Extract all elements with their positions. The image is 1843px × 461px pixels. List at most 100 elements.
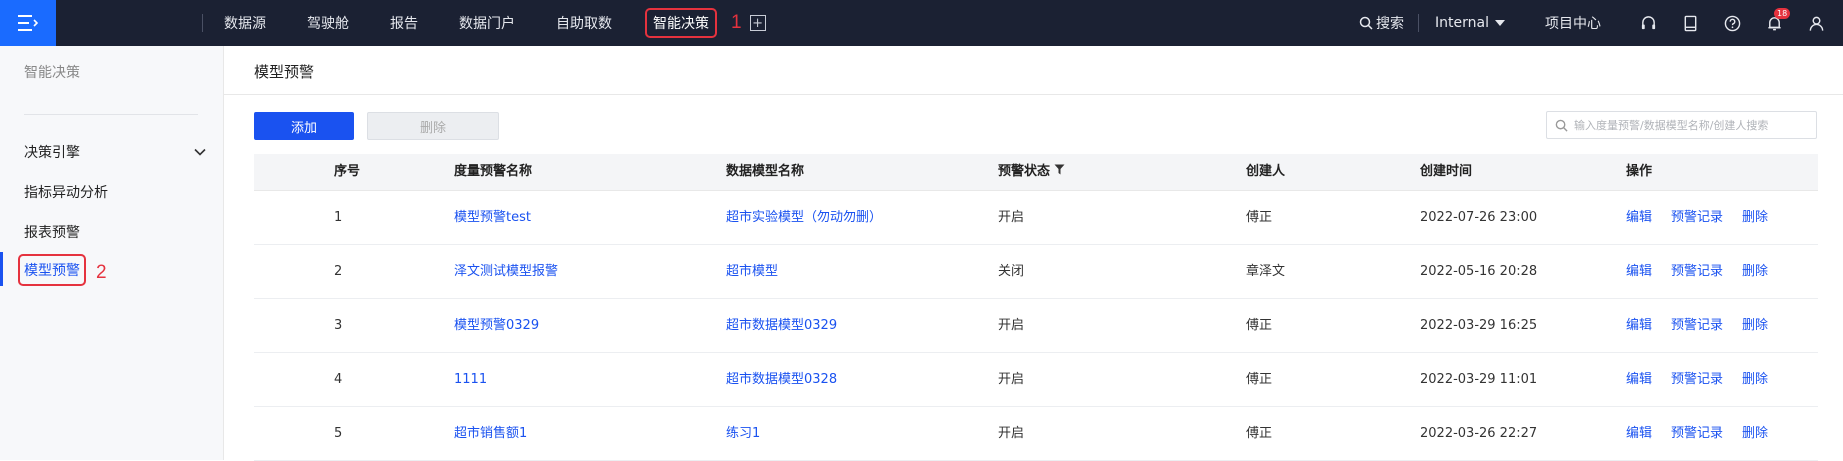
alert-record-link[interactable]: 预警记录 bbox=[1671, 245, 1723, 298]
nav-item-datasource[interactable]: 数据源 bbox=[224, 13, 266, 33]
sidebar-item-model-alert[interactable]: 模型预警 bbox=[18, 254, 86, 286]
sidebar: 智能决策 决策引擎 指标异动分析 报表预警 模型预警 2 bbox=[0, 46, 224, 460]
toolbar-separator bbox=[1418, 14, 1420, 32]
help-icon[interactable] bbox=[1723, 14, 1741, 32]
bell-icon[interactable]: 18 bbox=[1765, 8, 1791, 32]
project-center-link[interactable]: 项目中心 bbox=[1545, 13, 1601, 33]
column-header-creator: 创建人 bbox=[1246, 164, 1286, 179]
edit-link[interactable]: 编辑 bbox=[1626, 407, 1652, 460]
add-tab-icon[interactable]: + bbox=[749, 15, 766, 31]
edit-link[interactable]: 编辑 bbox=[1626, 299, 1652, 352]
delete-link[interactable]: 删除 bbox=[1742, 245, 1768, 298]
filter-icon[interactable] bbox=[1050, 154, 1065, 190]
cell-index: 2 bbox=[334, 264, 343, 279]
global-search-button[interactable]: 搜索 bbox=[1359, 13, 1404, 33]
cell-creator: 傅正 bbox=[1246, 426, 1273, 441]
cell-index: 4 bbox=[334, 372, 343, 387]
cell-alert-name-link[interactable]: 1111 bbox=[454, 353, 487, 406]
edit-link[interactable]: 编辑 bbox=[1626, 245, 1652, 298]
cell-model-name-link[interactable]: 超市数据模型0328 bbox=[726, 353, 837, 406]
nav-separator bbox=[202, 14, 203, 32]
title-divider bbox=[224, 94, 1843, 95]
row-actions: 编辑 预警记录 删除 bbox=[1626, 353, 1787, 406]
delete-link[interactable]: 删除 bbox=[1742, 299, 1768, 352]
nav-item-smart-decision[interactable]: 智能决策 bbox=[645, 8, 717, 38]
alert-record-link[interactable]: 预警记录 bbox=[1671, 191, 1723, 244]
search-icon bbox=[1555, 119, 1568, 132]
sidebar-item-report-alert[interactable]: 报表预警 bbox=[24, 222, 80, 242]
table-row: 3 模型预警0329 超市数据模型0329 开启 傅正 2022-03-29 1… bbox=[254, 299, 1818, 353]
top-navigation-bar: 数据源 驾驶舱 报告 数据门户 自助取数 智能决策 1 + 搜索 Interna… bbox=[0, 0, 1843, 46]
table-body: 1 模型预警test 超市实验模型（勿动勿删） 开启 傅正 2022-07-26… bbox=[254, 191, 1818, 461]
search-icon bbox=[1359, 16, 1373, 30]
column-header-created-at: 创建时间 bbox=[1420, 164, 1473, 179]
nav-item-self-service[interactable]: 自助取数 bbox=[556, 13, 612, 33]
sidebar-title: 智能决策 bbox=[24, 65, 80, 81]
headset-icon[interactable] bbox=[1639, 14, 1657, 32]
caret-down-icon bbox=[1495, 20, 1505, 26]
delete-button[interactable]: 删除 bbox=[367, 112, 499, 140]
top-right-toolbar: 搜索 Internal 项目中心 18 bbox=[1359, 0, 1843, 46]
cell-status: 关闭 bbox=[998, 264, 1025, 279]
table-row: 2 泽文测试模型报警 超市模型 关闭 章泽文 2022-05-16 20:28 … bbox=[254, 245, 1818, 299]
chevron-down-icon bbox=[194, 144, 206, 160]
cell-alert-name-link[interactable]: 模型预警0329 bbox=[454, 299, 539, 352]
main-content: 模型预警 添加 删除 序号 度量预警名称 数据模型名称 预警状态 创建人 创建时… bbox=[224, 46, 1843, 461]
cell-model-name-link[interactable]: 练习1 bbox=[726, 407, 760, 460]
cell-model-name-link[interactable]: 超市数据模型0329 bbox=[726, 299, 837, 352]
search-input[interactable] bbox=[1572, 117, 1806, 133]
nav-item-report[interactable]: 报告 bbox=[390, 13, 418, 33]
sidebar-item-metric-anomaly[interactable]: 指标异动分析 bbox=[24, 182, 108, 202]
row-actions: 编辑 预警记录 删除 bbox=[1626, 407, 1787, 460]
delete-link[interactable]: 删除 bbox=[1742, 191, 1768, 244]
column-header-index: 序号 bbox=[334, 164, 361, 179]
cell-creator: 章泽文 bbox=[1246, 264, 1286, 279]
sidebar-group-label: 决策引擎 bbox=[24, 145, 80, 161]
cell-index: 1 bbox=[334, 210, 343, 225]
cell-created-at: 2022-03-29 11:01 bbox=[1420, 372, 1538, 387]
cell-alert-name-link[interactable]: 超市销售额1 bbox=[454, 407, 527, 460]
alert-record-link[interactable]: 预警记录 bbox=[1671, 353, 1723, 406]
cell-created-at: 2022-03-29 16:25 bbox=[1420, 318, 1538, 333]
menu-toggle-button[interactable] bbox=[0, 0, 56, 46]
user-icon[interactable] bbox=[1807, 14, 1825, 32]
delete-link[interactable]: 删除 bbox=[1742, 353, 1768, 406]
cell-alert-name-link[interactable]: 模型预警test bbox=[454, 191, 531, 244]
alert-record-link[interactable]: 预警记录 bbox=[1671, 407, 1723, 460]
cell-index: 5 bbox=[334, 426, 343, 441]
cell-model-name-link[interactable]: 超市实验模型（勿动勿删） bbox=[726, 191, 882, 244]
main-nav: 数据源 驾驶舱 报告 数据门户 自助取数 智能决策 1 + bbox=[224, 0, 766, 46]
row-actions: 编辑 预警记录 删除 bbox=[1626, 245, 1787, 298]
book-icon[interactable] bbox=[1681, 14, 1699, 32]
annotation-number-2: 2 bbox=[96, 262, 107, 283]
nav-item-data-portal[interactable]: 数据门户 bbox=[459, 13, 515, 33]
cell-created-at: 2022-07-26 23:00 bbox=[1420, 210, 1538, 225]
sidebar-group-decision-engine[interactable]: 决策引擎 bbox=[24, 142, 206, 162]
cell-model-name-link[interactable]: 超市模型 bbox=[726, 245, 778, 298]
workspace-label: Internal bbox=[1435, 15, 1489, 31]
add-button[interactable]: 添加 bbox=[254, 112, 354, 140]
cell-creator: 傅正 bbox=[1246, 372, 1273, 387]
table-row: 5 超市销售额1 练习1 开启 傅正 2022-03-26 22:27 编辑 预… bbox=[254, 407, 1818, 461]
edit-link[interactable]: 编辑 bbox=[1626, 191, 1652, 244]
cell-alert-name-link[interactable]: 泽文测试模型报警 bbox=[454, 245, 558, 298]
workspace-dropdown[interactable]: Internal bbox=[1435, 15, 1505, 31]
column-header-status-label: 预警状态 bbox=[998, 164, 1051, 179]
notification-badge: 18 bbox=[1774, 8, 1791, 19]
edit-link[interactable]: 编辑 bbox=[1626, 353, 1652, 406]
table-search-box[interactable] bbox=[1546, 111, 1817, 139]
column-header-status[interactable]: 预警状态 bbox=[998, 154, 1065, 190]
nav-item-cockpit[interactable]: 驾驶舱 bbox=[307, 13, 349, 33]
cell-status: 开启 bbox=[998, 318, 1025, 333]
delete-link[interactable]: 删除 bbox=[1742, 407, 1768, 460]
column-header-alert-name: 度量预警名称 bbox=[454, 164, 533, 179]
sidebar-divider bbox=[24, 114, 198, 115]
sidebar-active-indicator bbox=[0, 252, 3, 286]
menu-icon bbox=[18, 15, 38, 31]
alert-record-link[interactable]: 预警记录 bbox=[1671, 299, 1723, 352]
row-actions: 编辑 预警记录 删除 bbox=[1626, 191, 1787, 244]
cell-index: 3 bbox=[334, 318, 343, 333]
cell-created-at: 2022-05-16 20:28 bbox=[1420, 264, 1538, 279]
alert-table: 序号 度量预警名称 数据模型名称 预警状态 创建人 创建时间 操作 1 模型预警… bbox=[254, 154, 1818, 461]
table-header: 序号 度量预警名称 数据模型名称 预警状态 创建人 创建时间 操作 bbox=[254, 154, 1818, 191]
